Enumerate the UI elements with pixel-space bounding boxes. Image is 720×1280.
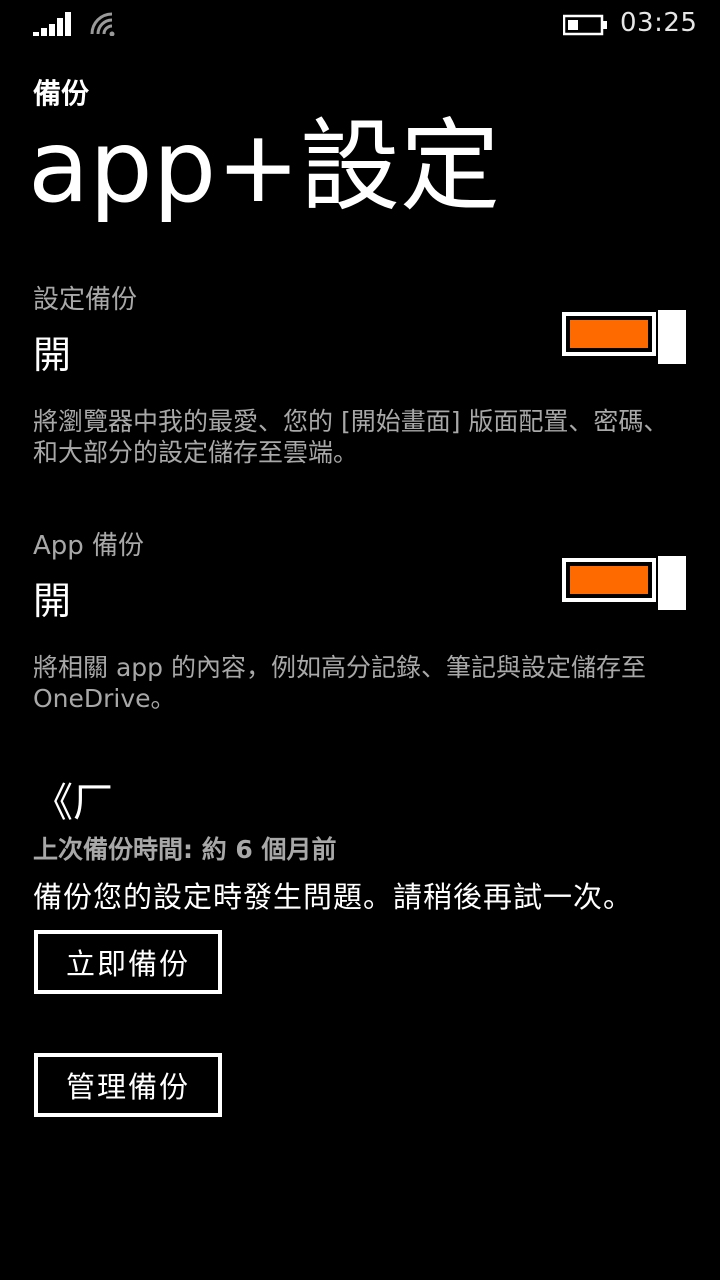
wifi-icon	[90, 12, 115, 36]
app-backup-toggle[interactable]	[562, 556, 688, 610]
toggle-knob[interactable]	[658, 556, 686, 610]
app-title: 備份	[33, 77, 90, 110]
manage-backup-button[interactable]: 管理備份	[34, 1053, 222, 1117]
app-backup-state: 開	[33, 579, 72, 623]
app-backup-description: 將相關 app 的內容，例如高分記錄、筆記與設定儲存至 OneDrive。	[33, 653, 646, 713]
settings-backup-state: 開	[33, 333, 72, 377]
battery-icon	[563, 14, 607, 36]
settings-backup-toggle[interactable]	[562, 310, 688, 364]
toggle-knob[interactable]	[658, 310, 686, 364]
status-clock: 03:25	[620, 8, 698, 38]
page-title: app+設定	[28, 108, 501, 225]
app-backup-label: App 備份	[33, 531, 145, 561]
toggle-fill	[570, 566, 648, 594]
last-backup-time: 上次備份時間: 約 6 個月前	[33, 835, 337, 864]
backup-now-button[interactable]: 立即備份	[34, 930, 222, 994]
backup-status-icon: 《厂	[33, 780, 113, 826]
toggle-track	[562, 558, 656, 602]
settings-backup-description: 將瀏覽器中我的最愛、您的 [開始畫面] 版面配置、密碼、和大部分的設定儲存至雲端…	[33, 407, 669, 467]
status-bar: 03:25	[0, 0, 720, 48]
toggle-track	[562, 312, 656, 356]
settings-backup-label: 設定備份	[33, 285, 138, 315]
signal-icon	[33, 12, 71, 36]
backup-error-message: 備份您的設定時發生問題。請稍後再試一次。	[33, 880, 634, 914]
toggle-fill	[570, 320, 648, 348]
